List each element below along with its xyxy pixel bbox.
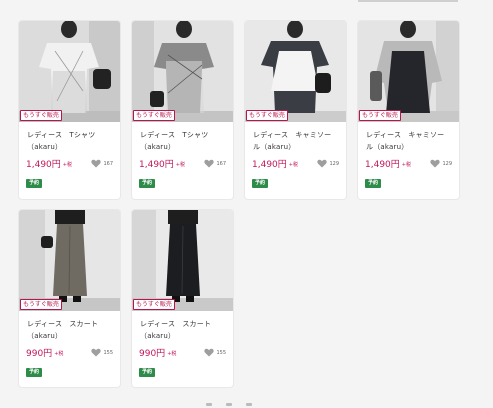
product-image[interactable]: もうすぐ販売 — [245, 21, 346, 122]
product-price: 1,490円 — [365, 160, 400, 170]
product-meta: 990円 +税 155 — [19, 344, 120, 359]
coming-soon-badge: もうすぐ販売 — [133, 299, 175, 310]
product-row: もうすぐ販売 レディース Tシャツ（akaru） 1,490円 +税 167 予… — [19, 21, 459, 199]
product-row: もうすぐ販売 レディース スカート（akaru） 990円 +税 155 予約 — [19, 210, 459, 387]
product-card[interactable]: もうすぐ販売 レディース Tシャツ（akaru） 1,490円 +税 167 予… — [19, 21, 120, 199]
product-image[interactable]: もうすぐ販売 — [132, 21, 233, 122]
preorder-tag: 予約 — [365, 179, 382, 188]
heart-icon[interactable] — [204, 159, 215, 168]
like-count: 167 — [216, 160, 226, 167]
product-price: 990円 — [26, 349, 53, 359]
product-card[interactable]: もうすぐ販売 レディース スカート（akaru） 990円 +税 155 予約 — [132, 210, 233, 387]
product-grid: もうすぐ販売 レディース Tシャツ（akaru） 1,490円 +税 167 予… — [19, 21, 459, 398]
pagination-dot[interactable] — [226, 403, 232, 406]
product-price: 1,490円 — [139, 160, 174, 170]
product-card[interactable]: もうすぐ販売 レディース キャミソール（akaru） 1,490円 +税 129… — [358, 21, 459, 199]
product-meta: 990円 +税 155 — [132, 344, 233, 359]
product-price: 990円 — [139, 349, 166, 359]
product-card[interactable]: もうすぐ販売 レディース Tシャツ（akaru） 1,490円 +税 167 予… — [132, 21, 233, 199]
pagination-dot[interactable] — [246, 403, 252, 406]
coming-soon-badge: もうすぐ販売 — [133, 110, 175, 121]
tax-label: +税 — [401, 162, 411, 168]
preorder-tag: 予約 — [26, 179, 43, 188]
tax-label: +税 — [54, 351, 64, 357]
heart-icon[interactable] — [317, 159, 328, 168]
coming-soon-badge: もうすぐ販売 — [246, 110, 288, 121]
like-count: 155 — [216, 349, 226, 356]
product-card[interactable]: もうすぐ販売 レディース スカート（akaru） 990円 +税 155 予約 — [19, 210, 120, 387]
pagination-dot[interactable] — [206, 403, 212, 406]
product-meta: 1,490円 +税 167 — [132, 155, 233, 170]
like-count: 129 — [442, 160, 452, 167]
heart-icon[interactable] — [204, 348, 215, 357]
product-grid-page: もうすぐ販売 レディース Tシャツ（akaru） 1,490円 +税 167 予… — [0, 0, 493, 408]
heart-icon[interactable] — [91, 348, 102, 357]
product-title[interactable]: レディース キャミソール（akaru） — [245, 122, 346, 155]
like-count: 129 — [329, 160, 339, 167]
product-title[interactable]: レディース スカート（akaru） — [19, 311, 120, 344]
product-meta: 1,490円 +税 167 — [19, 155, 120, 170]
product-meta: 1,490円 +税 129 — [358, 155, 459, 170]
product-price: 1,490円 — [252, 160, 287, 170]
tax-label: +税 — [288, 162, 298, 168]
like-count: 167 — [103, 160, 113, 167]
product-image[interactable]: もうすぐ販売 — [358, 21, 459, 122]
product-title[interactable]: レディース Tシャツ（akaru） — [19, 122, 120, 155]
preorder-tag: 予約 — [139, 368, 156, 377]
preorder-tag: 予約 — [26, 368, 43, 377]
coming-soon-badge: もうすぐ販売 — [359, 110, 401, 121]
product-image[interactable]: もうすぐ販売 — [19, 21, 120, 122]
heart-icon[interactable] — [91, 159, 102, 168]
coming-soon-badge: もうすぐ販売 — [20, 110, 62, 121]
product-meta: 1,490円 +税 129 — [245, 155, 346, 170]
product-title[interactable]: レディース Tシャツ（akaru） — [132, 122, 233, 155]
product-image[interactable]: もうすぐ販売 — [132, 210, 233, 311]
tax-label: +税 — [175, 162, 185, 168]
like-count: 155 — [103, 349, 113, 356]
preorder-tag: 予約 — [139, 179, 156, 188]
product-card[interactable]: もうすぐ販売 レディース キャミソール（akaru） 1,490円 +税 129… — [245, 21, 346, 199]
tax-label: +税 — [167, 351, 177, 357]
pagination-edge — [206, 403, 252, 406]
tax-label: +税 — [62, 162, 72, 168]
product-image[interactable]: もうすぐ販売 — [19, 210, 120, 311]
product-title[interactable]: レディース スカート（akaru） — [132, 311, 233, 344]
product-price: 1,490円 — [26, 160, 61, 170]
preorder-tag: 予約 — [252, 179, 269, 188]
coming-soon-badge: もうすぐ販売 — [20, 299, 62, 310]
search-bar-edge — [358, 0, 458, 2]
heart-icon[interactable] — [430, 159, 441, 168]
product-title[interactable]: レディース キャミソール（akaru） — [358, 122, 459, 155]
